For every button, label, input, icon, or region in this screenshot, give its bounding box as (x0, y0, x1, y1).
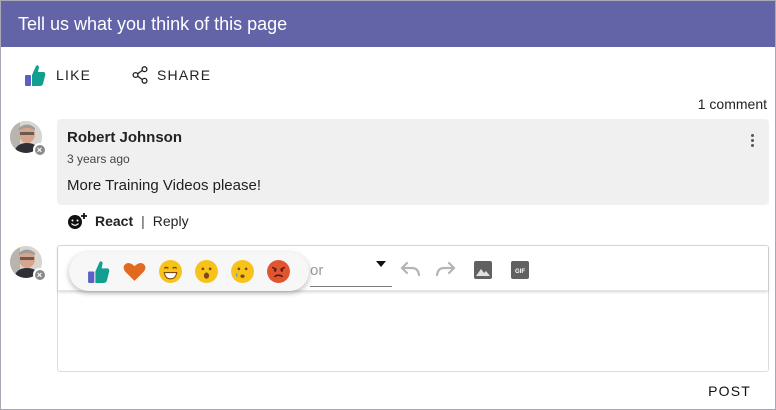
image-icon[interactable] (471, 259, 495, 281)
action-separator: | (141, 213, 145, 229)
share-icon (132, 66, 148, 84)
share-button[interactable]: SHARE (132, 63, 211, 87)
share-label: SHARE (157, 67, 212, 83)
redo-icon[interactable] (434, 259, 458, 281)
gif-icon[interactable]: GIF (508, 259, 532, 281)
avatar[interactable]: × (10, 121, 46, 156)
comment-author[interactable]: Robert Johnson (67, 129, 182, 146)
gif-icon-label: GIF (515, 269, 525, 275)
page-feedback-header: Tell us what you think of this page (1, 1, 775, 47)
chevron-down-icon (376, 261, 386, 267)
sad-icon[interactable] (230, 259, 255, 284)
comment-timestamp: 3 years ago (67, 152, 130, 166)
reaction-picker (69, 252, 309, 291)
comment-count: 1 comment (697, 96, 767, 112)
heart-icon[interactable] (122, 259, 147, 284)
like-button[interactable]: LIKE (23, 63, 91, 87)
comment-card: Robert Johnson 3 years ago More Training… (57, 119, 769, 205)
presence-status-icon: × (33, 143, 46, 156)
undo-icon[interactable] (398, 259, 422, 281)
font-select[interactable]: or (310, 258, 392, 287)
laugh-icon[interactable] (158, 259, 183, 284)
comment-actions: React | Reply (67, 212, 189, 230)
comment-text: More Training Videos please! (67, 177, 262, 194)
reply-button[interactable]: Reply (153, 213, 189, 229)
angry-icon[interactable] (266, 259, 291, 284)
like-label: LIKE (56, 67, 92, 83)
presence-status-icon: × (33, 268, 46, 281)
comments-widget: Tell us what you think of this page LIKE… (0, 0, 776, 410)
react-button[interactable]: React (95, 213, 133, 229)
add-reaction-icon[interactable] (67, 212, 89, 230)
like-icon[interactable] (86, 259, 111, 284)
font-select-value: or (310, 262, 324, 279)
surprised-icon[interactable] (194, 259, 219, 284)
avatar[interactable]: × (10, 246, 46, 281)
post-button[interactable]: POST (708, 383, 751, 399)
thumbs-up-icon (25, 65, 46, 86)
comment-text-area[interactable] (58, 292, 768, 371)
more-options-icon[interactable] (749, 134, 755, 148)
